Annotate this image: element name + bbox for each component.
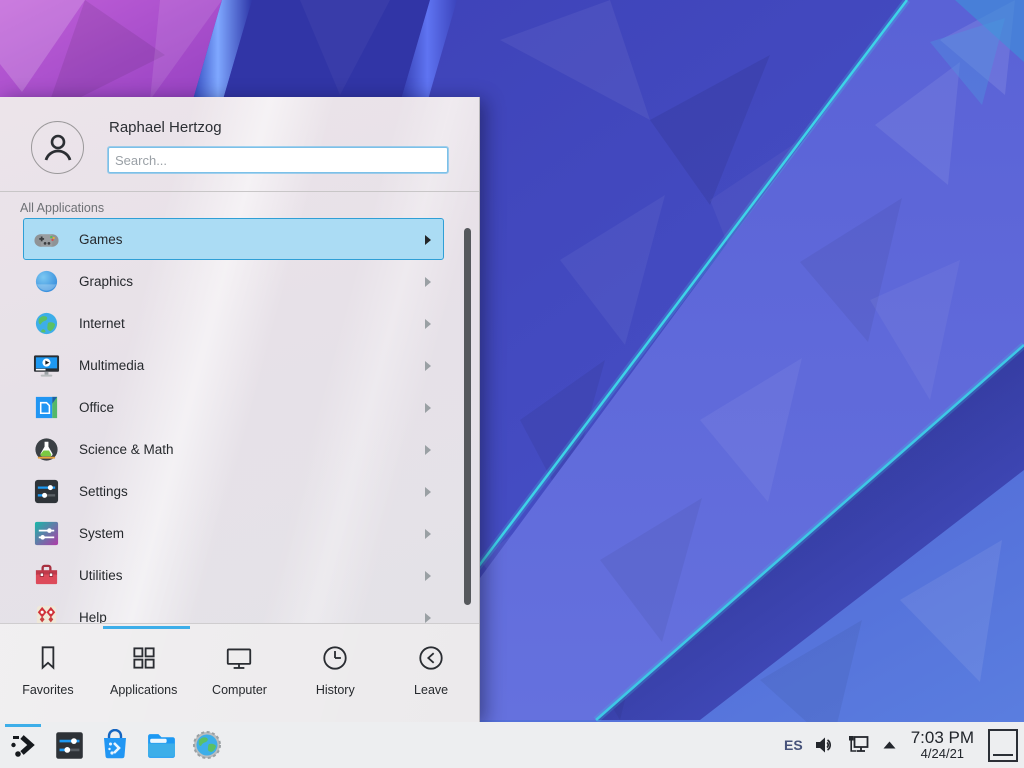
gamepad-icon (33, 226, 60, 253)
category-science-math[interactable]: Science & Math (23, 428, 444, 470)
category-label: Settings (79, 484, 128, 499)
submenu-arrow-icon (425, 403, 431, 413)
desktop: Raphael Hertzog All Applications Games (0, 0, 1024, 768)
category-label: Internet (79, 316, 125, 331)
keyboard-layout-indicator[interactable]: ES (784, 737, 803, 753)
discover-icon (99, 729, 131, 761)
application-launcher-menu: Raphael Hertzog All Applications Games (0, 97, 480, 722)
document-icon (33, 394, 60, 421)
file-manager-icon (145, 729, 178, 762)
category-label: Science & Math (79, 442, 174, 457)
search-input[interactable] (108, 147, 448, 173)
category-internet[interactable]: Internet (23, 302, 444, 344)
category-label: System (79, 526, 124, 541)
category-multimedia[interactable]: Multimedia (23, 344, 444, 386)
web-browser-button[interactable] (189, 725, 225, 765)
globe-icon (33, 310, 60, 337)
scrollbar-thumb[interactable] (464, 228, 471, 605)
submenu-arrow-icon (425, 277, 431, 287)
clock-date: 4/24/21 (921, 747, 964, 761)
digital-clock[interactable]: 7:03 PM 4/24/21 (911, 729, 974, 762)
category-office[interactable]: Office (23, 386, 444, 428)
clock-time: 7:03 PM (911, 729, 974, 748)
category-label: Office (79, 400, 114, 415)
tray-expander-icon[interactable] (882, 740, 897, 750)
application-launcher-button[interactable] (5, 725, 41, 765)
tab-applications[interactable]: Applications (96, 624, 192, 722)
tab-label: Applications (110, 683, 177, 697)
tab-label: Favorites (22, 683, 73, 697)
system-settings-icon (54, 730, 85, 761)
file-manager-button[interactable] (143, 725, 179, 765)
section-label: All Applications (20, 201, 104, 215)
system-tray: ES 7:03 PM 4/24/21 (784, 722, 1018, 768)
help-icon (33, 604, 60, 624)
tab-label: Leave (414, 683, 448, 697)
tab-favorites[interactable]: Favorites (0, 624, 96, 722)
user-icon (41, 131, 75, 165)
category-label: Help (79, 610, 107, 624)
web-browser-icon (191, 729, 223, 761)
app-launcher-icon (7, 729, 39, 761)
taskbar: ES 7:03 PM 4/24/21 (0, 722, 1024, 768)
submenu-arrow-icon (425, 361, 431, 371)
category-utilities[interactable]: Utilities (23, 554, 444, 596)
submenu-arrow-icon (425, 235, 431, 245)
active-task-indicator (5, 724, 41, 727)
category-list: Games Graphics Internet (0, 218, 463, 623)
submenu-arrow-icon (425, 487, 431, 497)
grid-icon (129, 643, 159, 673)
system-sliders-icon (33, 520, 60, 547)
sliders-icon (33, 478, 60, 505)
launcher-tabbar: Favorites Applications Computer (0, 623, 479, 722)
discover-button[interactable] (97, 725, 133, 765)
user-avatar[interactable] (31, 121, 84, 174)
submenu-arrow-icon (425, 319, 431, 329)
flask-icon (33, 436, 60, 463)
active-tab-indicator (103, 626, 190, 629)
user-name: Raphael Hertzog (109, 119, 222, 136)
clock-icon (320, 643, 350, 673)
submenu-arrow-icon (425, 445, 431, 455)
sphere-icon (33, 268, 60, 295)
network-icon[interactable] (847, 733, 872, 757)
bookmark-icon (33, 643, 63, 673)
category-label: Graphics (79, 274, 133, 289)
tab-history[interactable]: History (287, 624, 383, 722)
submenu-arrow-icon (425, 571, 431, 581)
submenu-arrow-icon (425, 613, 431, 623)
category-graphics[interactable]: Graphics (23, 260, 444, 302)
tab-computer[interactable]: Computer (192, 624, 288, 722)
category-settings[interactable]: Settings (23, 470, 444, 512)
volume-icon[interactable] (813, 733, 837, 757)
submenu-arrow-icon (425, 529, 431, 539)
category-help[interactable]: Help (23, 596, 444, 623)
tab-label: Computer (212, 683, 267, 697)
toolbox-icon (33, 562, 60, 589)
category-games[interactable]: Games (23, 218, 444, 260)
media-screen-icon (33, 352, 60, 379)
system-settings-button[interactable] (51, 725, 87, 765)
leave-icon (416, 643, 446, 673)
category-system[interactable]: System (23, 512, 444, 554)
category-label: Multimedia (79, 358, 144, 373)
category-label: Games (79, 232, 123, 247)
monitor-icon (224, 643, 254, 673)
show-desktop-button[interactable] (988, 729, 1018, 762)
tab-leave[interactable]: Leave (383, 624, 479, 722)
tab-label: History (316, 683, 355, 697)
launcher-header: Raphael Hertzog (0, 97, 479, 192)
category-label: Utilities (79, 568, 123, 583)
